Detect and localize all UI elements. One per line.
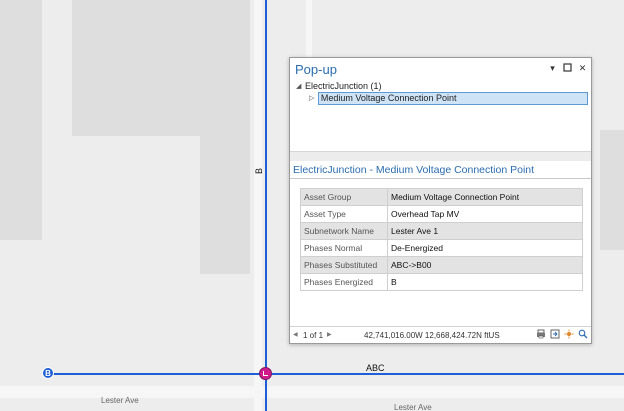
attribute-row: Asset Group Medium Voltage Connection Poi… [300,188,583,206]
section-title: ElectricJunction - Medium Voltage Connec… [293,164,535,176]
line-label-abc: ABC [366,363,385,373]
feature-tree: ◢ ElectricJunction (1) ▷ Medium Voltage … [296,80,588,105]
attribute-key: Asset Type [300,205,388,223]
tree-item-parent[interactable]: ◢ ElectricJunction (1) [296,80,588,92]
road [254,0,262,411]
tree-item-child[interactable]: ▷ Medium Voltage Connection Point [309,91,588,105]
building-footprint [0,0,42,240]
zoom-to-icon[interactable] [578,329,588,339]
window-controls: ▾ ✕ [548,63,587,73]
attribute-row: Phases Substituted ABC->B00 [300,256,583,274]
attribute-row: Phases Energized B [300,273,583,291]
attribute-value: De-Energized [387,239,583,257]
road [306,0,312,60]
attribute-key: Subnetwork Name [300,222,388,240]
popup-footer: ◀ 1 of 1 ▶ 42,741,016.00W 12,668,424.72N… [290,326,591,343]
attribute-key: Phases Substituted [300,256,388,274]
maximize-icon[interactable] [563,63,572,73]
attribute-row: Subnetwork Name Lester Ave 1 [300,222,583,240]
minimize-icon[interactable]: ▾ [548,63,557,73]
collapsed-caret-icon[interactable]: ▷ [309,94,318,102]
attribute-value: Overhead Tap MV [387,205,583,223]
street-label: Lester Ave [394,403,432,411]
building-footprint [200,136,250,274]
network-node[interactable]: B [42,367,54,379]
electric-junction[interactable] [259,367,272,380]
next-arrow-icon[interactable]: ▶ [327,331,332,338]
road [0,386,624,398]
attribute-value: ABC->B00 [387,256,583,274]
junction-symbol-icon [263,371,268,376]
expanded-caret-icon[interactable]: ◢ [296,82,305,90]
attribute-value: Medium Voltage Connection Point [387,188,583,206]
popup-window: Pop-up ▾ ✕ ◢ ElectricJunction (1) ▷ Medi… [289,57,592,344]
attribute-table: Asset Group Medium Voltage Connection Poi… [300,188,583,291]
attribute-key: Phases Energized [300,273,388,291]
previous-arrow-icon[interactable]: ◀ [293,331,298,338]
street-label: Lester Ave [101,396,139,405]
record-count: 1 of 1 [303,331,324,340]
line-label-b: B [254,167,265,175]
attribute-row: Asset Type Overhead Tap MV [300,205,583,223]
pane-splitter[interactable] [290,151,591,161]
electric-line-b[interactable] [265,0,267,411]
attribute-value: Lester Ave 1 [387,222,583,240]
building-footprint [600,130,624,250]
tree-item-label-selected[interactable]: Medium Voltage Connection Point [317,91,588,105]
coordinates-readout: 42,741,016.00W 12,668,424.72N ftUS [364,331,500,340]
building-footprint [72,0,250,136]
attribute-row: Phases Normal De-Energized [300,239,583,257]
popup-title: Pop-up [295,62,337,77]
footer-tools [536,329,588,339]
export-icon[interactable] [550,329,560,339]
close-icon[interactable]: ✕ [578,63,587,73]
attribute-key: Phases Normal [300,239,388,257]
divider [290,178,591,179]
print-icon[interactable] [536,329,546,339]
attribute-value: B [387,273,583,291]
attribute-key: Asset Group [300,188,388,206]
tree-item-label: ElectricJunction (1) [305,81,382,91]
flash-icon[interactable] [564,329,574,339]
electric-line-abc[interactable] [48,373,624,375]
